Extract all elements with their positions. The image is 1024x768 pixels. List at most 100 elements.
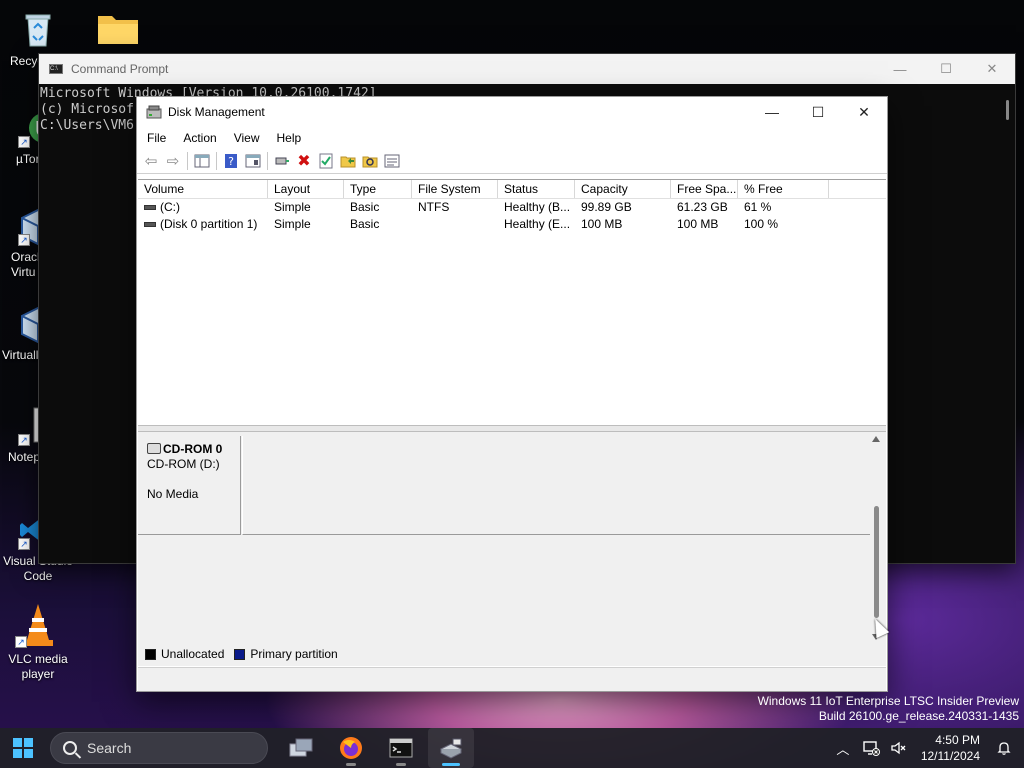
dm-maximize-button[interactable]: ☐ bbox=[795, 97, 841, 127]
active-indicator bbox=[442, 763, 460, 766]
cell-percent-free: 61 % bbox=[744, 200, 772, 214]
taskbar-disk-management[interactable] bbox=[428, 728, 474, 768]
disk-management-app-icon bbox=[146, 104, 162, 120]
taskbar-command-prompt[interactable] bbox=[378, 728, 424, 768]
scroll-up-arrow-icon[interactable] bbox=[872, 436, 880, 442]
help-icon[interactable]: ? bbox=[220, 151, 242, 171]
column-header-layout[interactable]: Layout bbox=[268, 180, 344, 198]
cell-type: Basic bbox=[350, 200, 380, 214]
cell-volume: (C:) bbox=[160, 200, 180, 214]
cmd-minimize-button[interactable]: — bbox=[877, 54, 923, 84]
disk-label-cdrom-0[interactable]: CD-ROM 0 CD-ROM (D:) No Media bbox=[138, 436, 241, 535]
cell-type: Basic bbox=[350, 217, 380, 231]
task-view-button[interactable] bbox=[278, 728, 324, 768]
shortcut-arrow-icon: ↗ bbox=[18, 234, 30, 246]
column-header-file-system[interactable]: File System bbox=[412, 180, 498, 198]
clock-time: 4:50 PM bbox=[935, 733, 980, 747]
dm-title: Disk Management bbox=[168, 105, 265, 119]
cell-file-system: NTFS bbox=[418, 200, 450, 214]
list-view-icon[interactable] bbox=[381, 151, 403, 171]
taskbar-search-box[interactable]: Search bbox=[50, 732, 268, 764]
disk-management-window[interactable]: Disk Management — ☐ ✕ File Action View H… bbox=[136, 96, 888, 692]
table-row[interactable]: (Disk 0 partition 1) Simple Basic Health… bbox=[138, 216, 886, 233]
delete-icon[interactable]: ✖ bbox=[293, 151, 315, 171]
shortcut-arrow-icon: ↗ bbox=[15, 636, 27, 648]
taskbar-clock[interactable]: 4:50 PM 12/11/2024 bbox=[913, 732, 990, 764]
partition-legend: Unallocated Primary partition bbox=[141, 645, 344, 663]
show-hide-console-tree-icon[interactable] bbox=[191, 151, 213, 171]
disk-type: CD-ROM (D:) bbox=[147, 457, 220, 471]
menu-view[interactable]: View bbox=[224, 131, 267, 145]
toolbar-separator bbox=[216, 152, 217, 170]
column-header-type[interactable]: Type bbox=[344, 180, 412, 198]
legend-swatch bbox=[145, 648, 156, 660]
watermark-build: Build 26100.ge_release.240331-1435 bbox=[818, 709, 1019, 723]
search-label: Search bbox=[87, 740, 132, 756]
pane-splitter[interactable] bbox=[138, 425, 886, 432]
desktop-icon-label: VLC media bbox=[8, 652, 68, 666]
search-folder-icon[interactable] bbox=[359, 151, 381, 171]
show-hidden-icons-chevron-icon[interactable]: ︿ bbox=[829, 728, 857, 768]
cell-layout: Simple bbox=[274, 217, 311, 231]
legend-label: Unallocated bbox=[161, 647, 225, 661]
desktop-icon-folder[interactable] bbox=[78, 10, 154, 54]
column-header-status[interactable]: Status bbox=[498, 180, 575, 198]
shortcut-arrow-icon: ↗ bbox=[18, 136, 30, 148]
cell-free-space: 61.23 GB bbox=[677, 200, 728, 214]
toolbar-separator bbox=[267, 152, 268, 170]
cell-status: Healthy (E... bbox=[504, 217, 571, 231]
desktop-icon-vlc[interactable]: ↗ VLC media player bbox=[0, 602, 76, 682]
taskbar-firefox[interactable] bbox=[328, 728, 374, 768]
menu-help[interactable]: Help bbox=[267, 131, 309, 145]
cmd-app-icon: C:\ bbox=[49, 64, 63, 74]
menu-file[interactable]: File bbox=[137, 131, 173, 145]
column-header-percent-free[interactable]: % Free bbox=[738, 180, 829, 198]
volume-list-pane: Volume Layout Type File System Status Ca… bbox=[138, 179, 886, 425]
toolbar: ⇦ ⇨ ? ✖ bbox=[137, 149, 887, 174]
cmd-close-button[interactable]: ✕ bbox=[969, 54, 1015, 84]
connect-disk-icon[interactable] bbox=[271, 151, 293, 171]
volume-list-header: Volume Layout Type File System Status Ca… bbox=[138, 180, 886, 199]
network-status-icon[interactable] bbox=[857, 728, 885, 768]
system-tray: ︿ 4:50 PM 12/11/2024 bbox=[829, 728, 1024, 768]
watermark-edition: Windows 11 IoT Enterprise LTSC Insider P… bbox=[757, 694, 1019, 708]
cmd-title: Command Prompt bbox=[71, 62, 169, 76]
terminal-icon bbox=[389, 738, 413, 758]
legend-swatch bbox=[234, 648, 246, 660]
cmd-maximize-button[interactable]: ☐ bbox=[923, 54, 969, 84]
check-properties-icon[interactable] bbox=[315, 151, 337, 171]
dm-close-button[interactable]: ✕ bbox=[841, 97, 887, 127]
dm-minimize-button[interactable]: — bbox=[749, 97, 795, 127]
cmd-scrollbar[interactable] bbox=[1006, 100, 1009, 120]
back-arrow-icon[interactable]: ⇦ bbox=[140, 151, 162, 171]
column-header-capacity[interactable]: Capacity bbox=[575, 180, 671, 198]
start-button[interactable] bbox=[0, 728, 46, 768]
menu-action[interactable]: Action bbox=[173, 131, 223, 145]
running-indicator bbox=[396, 763, 406, 766]
recycle-bin-icon bbox=[18, 10, 58, 50]
column-header-free-space[interactable]: Free Spa... bbox=[671, 180, 738, 198]
forward-arrow-icon[interactable]: ⇨ bbox=[162, 151, 184, 171]
scrollbar-thumb[interactable] bbox=[874, 506, 879, 618]
column-header-volume[interactable]: Volume bbox=[138, 180, 268, 198]
disk-graphical-pane: CD-ROM 0 CD-ROM (D:) No Media Unallocate… bbox=[138, 432, 886, 666]
disk-management-icon bbox=[439, 738, 463, 759]
notifications-bell-icon[interactable] bbox=[990, 728, 1018, 768]
disk-media-status: No Media bbox=[147, 487, 199, 501]
open-folder-icon[interactable] bbox=[337, 151, 359, 171]
cell-percent-free: 100 % bbox=[744, 217, 779, 231]
cmd-title-bar[interactable]: C:\ Command Prompt — ☐ ✕ bbox=[39, 54, 1015, 84]
properties-view-icon[interactable] bbox=[242, 151, 264, 171]
windows-logo-icon bbox=[13, 738, 33, 758]
cell-free-space: 100 MB bbox=[677, 217, 719, 231]
dm-title-bar[interactable]: Disk Management — ☐ ✕ bbox=[137, 97, 887, 127]
status-bar bbox=[138, 667, 886, 691]
disk-spacer bbox=[147, 472, 231, 487]
table-row[interactable]: (C:) Simple Basic NTFS Healthy (B... 99.… bbox=[138, 199, 886, 216]
cell-capacity: 100 MB bbox=[581, 217, 623, 231]
volume-muted-icon[interactable] bbox=[885, 728, 913, 768]
drive-icon bbox=[144, 205, 156, 211]
cell-status: Healthy (B... bbox=[504, 200, 571, 214]
disk-partition-area[interactable] bbox=[242, 436, 870, 535]
legend-item-primary-partition: Primary partition bbox=[230, 647, 338, 661]
